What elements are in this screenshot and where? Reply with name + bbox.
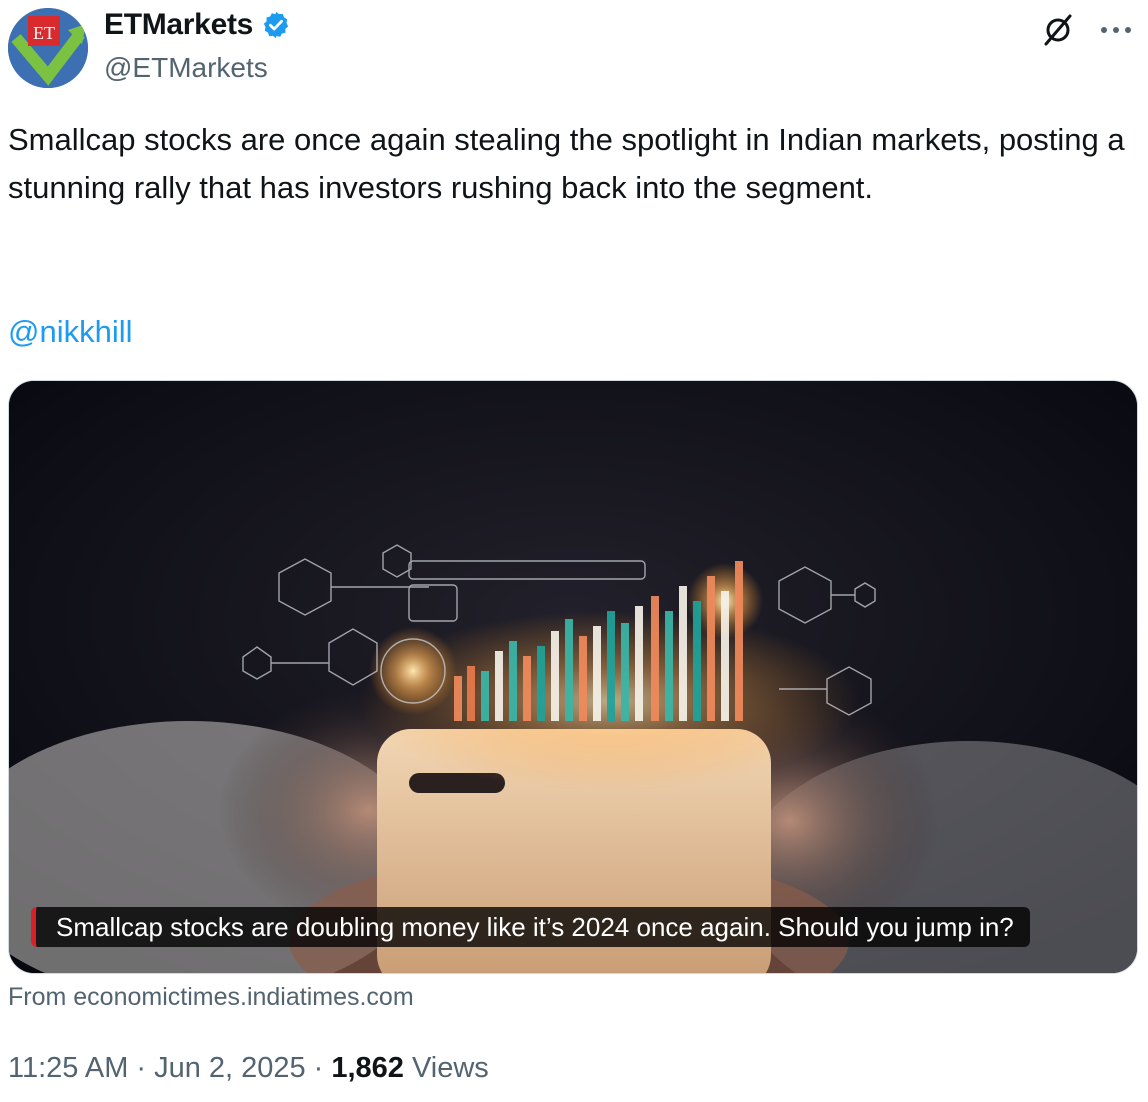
author-handle[interactable]: @ETMarkets [104,52,268,84]
author-display-name[interactable]: ETMarkets [104,8,253,42]
tweet-text: Smallcap stocks are once again stealing … [8,122,1125,205]
grok-icon[interactable] [1038,10,1078,50]
tweet-actions [1038,10,1136,50]
avatar-logo-text: ET [33,23,55,43]
card-image [9,381,1137,973]
avatar[interactable]: ET [8,8,88,88]
link-card[interactable]: Smallcap stocks are doubling money like … [8,380,1138,974]
tweet-date[interactable]: Jun 2, 2025 [154,1052,306,1085]
tweet-meta: 11:25 AM · Jun 2, 2025 · 1,862 Views [8,1052,489,1085]
tweet-time[interactable]: 11:25 AM [8,1052,128,1085]
card-source[interactable]: From economictimes.indiatimes.com [8,983,414,1012]
meta-separator: · [136,1052,147,1084]
meta-separator: · [313,1052,324,1084]
card-headline: Smallcap stocks are doubling money like … [31,907,1030,947]
more-options-icon[interactable] [1096,10,1136,50]
et-markets-logo: ET [8,8,88,88]
views-label: Views [411,1052,489,1084]
verified-badge-icon [263,11,289,39]
author-name[interactable]: ETMarkets [104,8,291,42]
mention-link[interactable]: @nikkhill [8,310,133,354]
views-count: 1,862 [331,1052,404,1084]
